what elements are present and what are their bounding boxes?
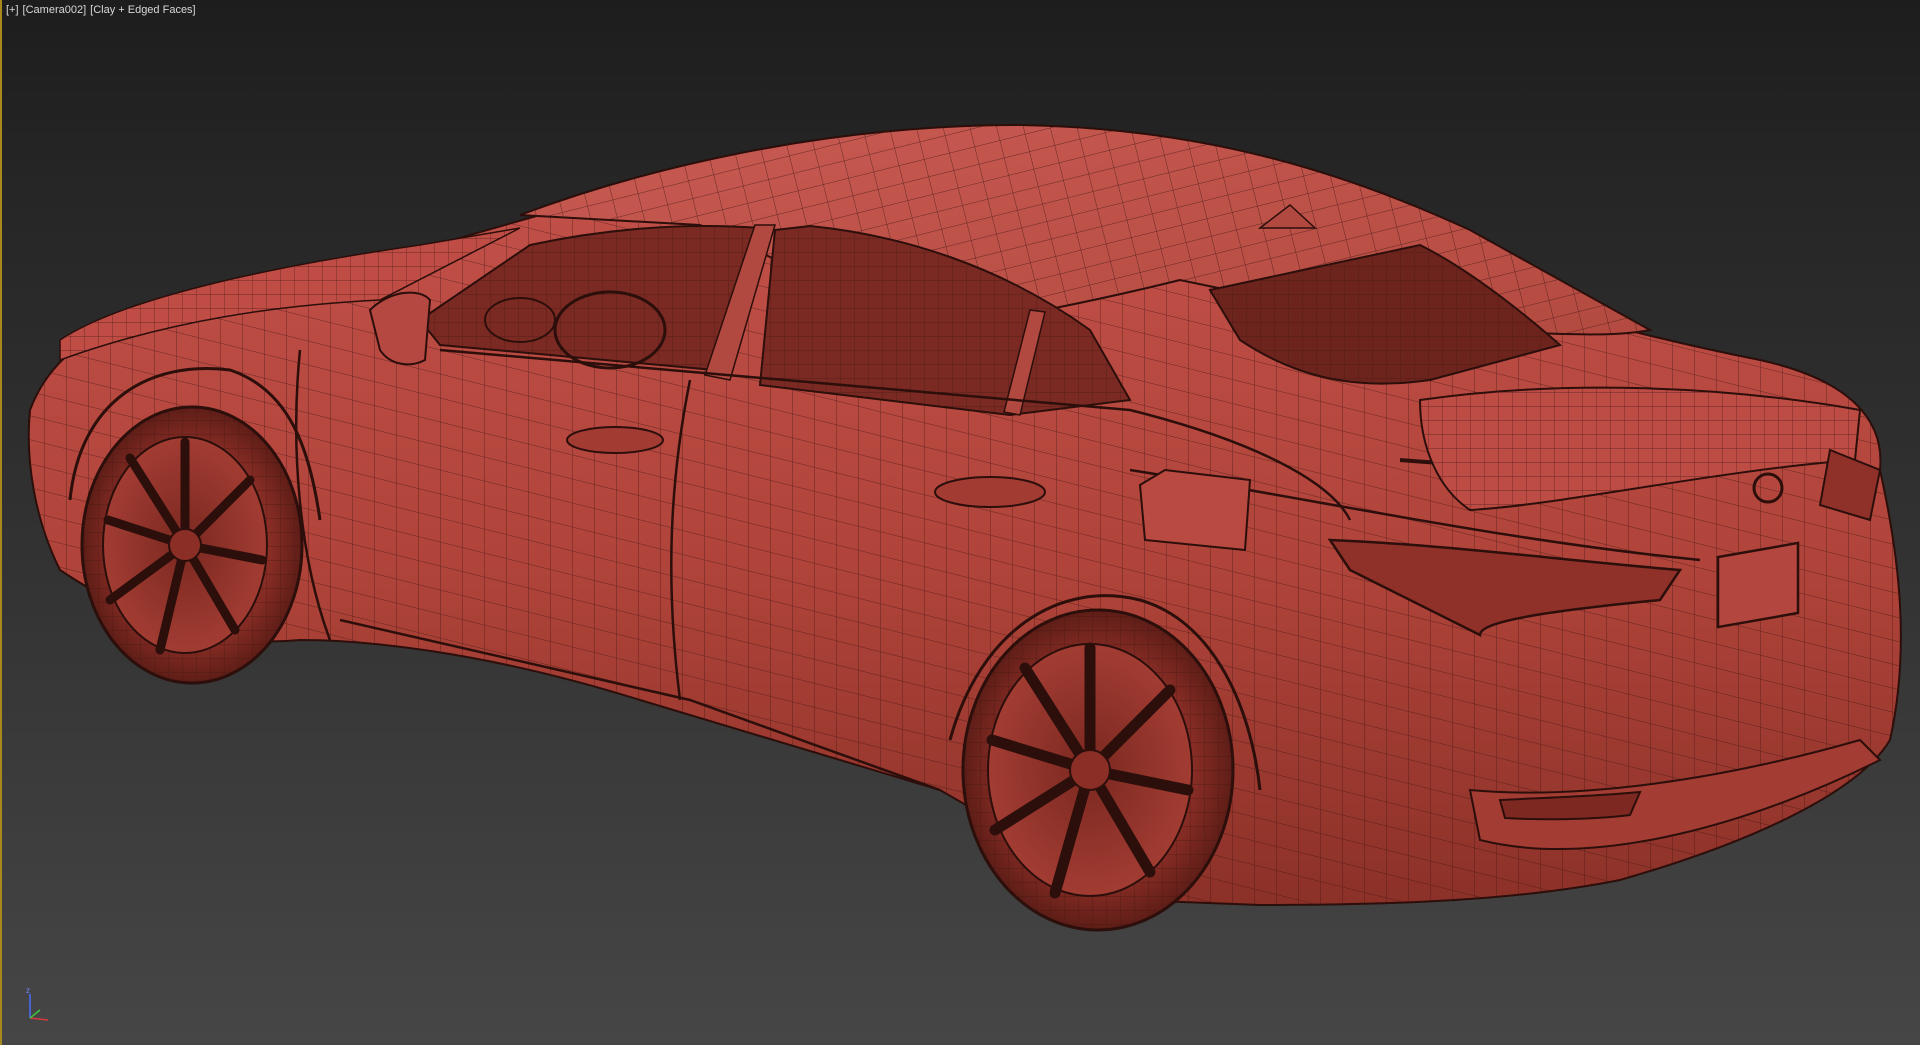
viewport-shading-menu[interactable]: [Clay + Edged Faces] [90,3,195,17]
viewport-camera-menu[interactable]: [Camera002] [23,3,87,17]
license-plate [1716,541,1800,629]
front-wheel [80,405,304,685]
rear-wheel [961,608,1235,932]
viewport-label-menu: [+] [Camera002] [Clay + Edged Faces] [6,3,196,17]
axis-x-line [29,1017,49,1021]
viewport-general-menu[interactable]: [+] [6,3,19,17]
3d-viewport[interactable]: [+] [Camera002] [Clay + Edged Faces] z [0,0,1920,1045]
car-wireframe-model[interactable] [0,0,1920,1045]
axis-gizmo-icon: z [26,986,49,1021]
axis-z-label: z [26,986,30,995]
fuel-door [1138,468,1252,552]
axis-y-line [29,1009,41,1019]
active-viewport-border [0,0,2,1045]
